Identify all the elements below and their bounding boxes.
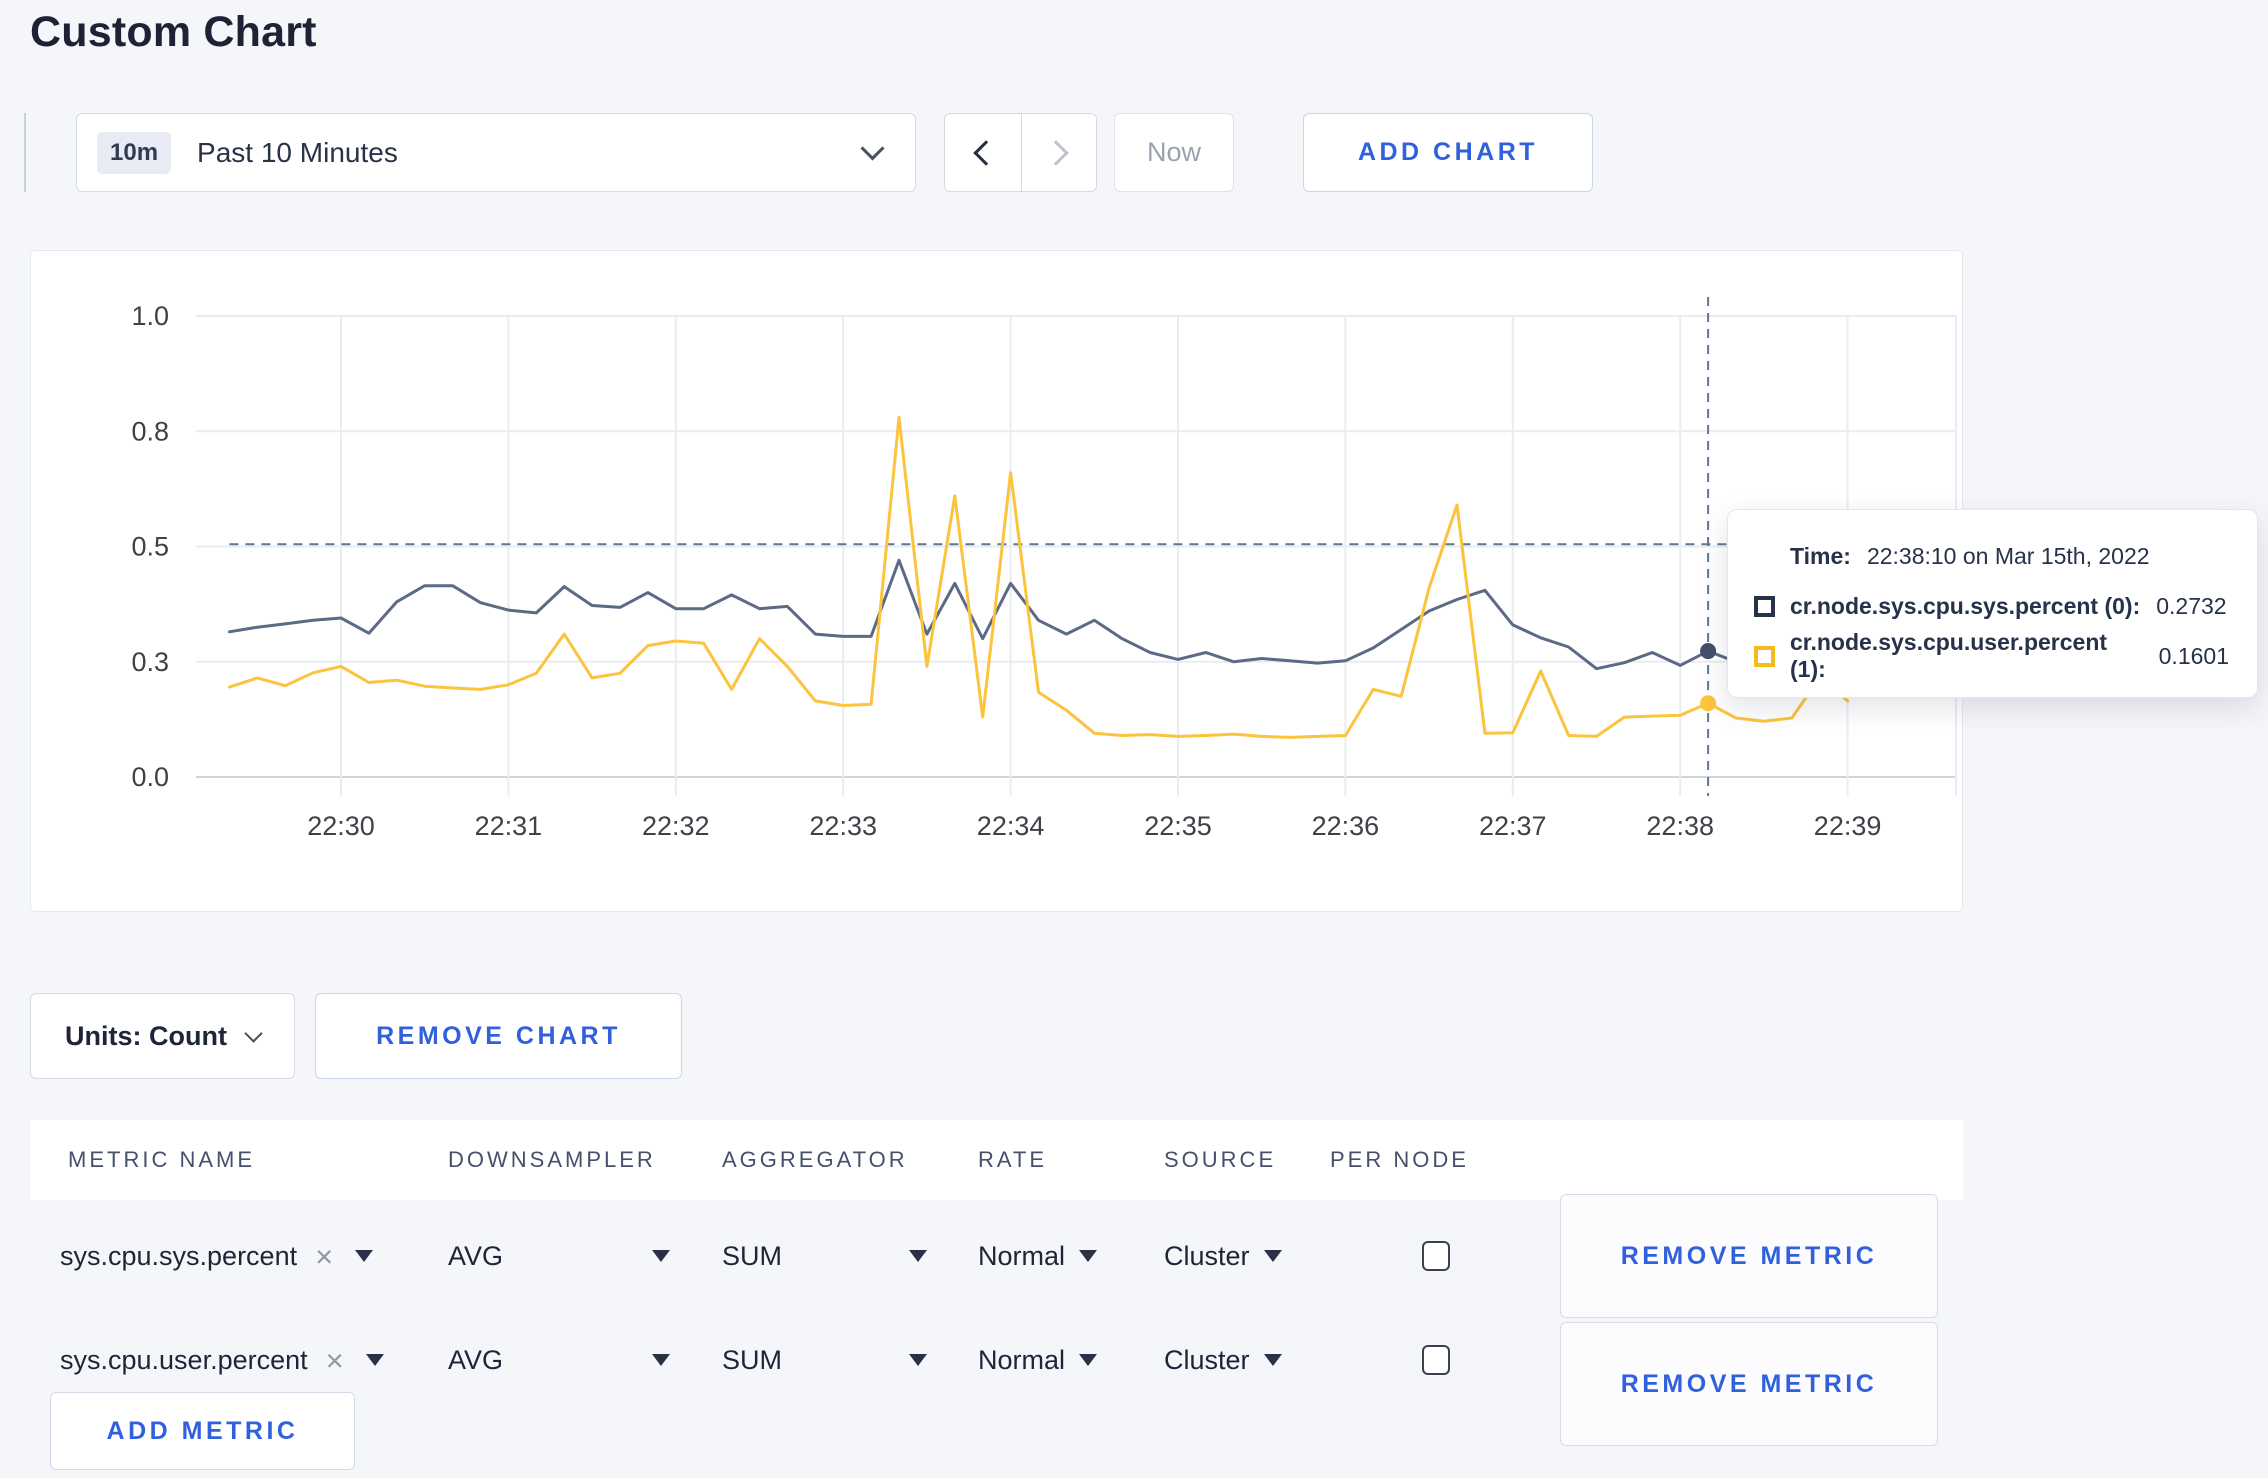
chart-card: 0.0 0.3 0.5 0.8 1.0 22:30 22:31 22:32 22:33 22:34… bbox=[30, 250, 1963, 912]
metrics-table-header: METRIC NAME DOWNSAMPLER AGGREGATOR RATE … bbox=[30, 1120, 1963, 1200]
svg-text:22:35: 22:35 bbox=[1144, 811, 1212, 841]
tooltip-user-name: cr.node.sys.cpu.user.percent (1): bbox=[1790, 629, 2108, 682]
caret-down-icon bbox=[652, 1354, 670, 1366]
downsampler-value: AVG bbox=[448, 1344, 504, 1375]
caret-down-icon bbox=[1079, 1354, 1098, 1366]
caret-down-icon bbox=[1079, 1250, 1098, 1262]
svg-text:22:37: 22:37 bbox=[1479, 811, 1547, 841]
svg-text:22:33: 22:33 bbox=[809, 811, 877, 841]
svg-text:22:32: 22:32 bbox=[642, 811, 710, 841]
source-value: Cluster bbox=[1164, 1240, 1250, 1271]
chevron-down-icon bbox=[244, 1023, 263, 1043]
svg-text:22:36: 22:36 bbox=[1312, 811, 1380, 841]
svg-text:0.5: 0.5 bbox=[131, 532, 169, 562]
caret-down-icon[interactable] bbox=[365, 1354, 384, 1366]
chevron-left-icon bbox=[973, 139, 999, 166]
svg-text:22:38: 22:38 bbox=[1646, 811, 1714, 841]
chevron-right-icon bbox=[1043, 139, 1069, 166]
page-title: Custom Chart bbox=[30, 8, 317, 56]
downsampler-select[interactable]: AVG bbox=[448, 1312, 670, 1408]
time-range-badge: 10m bbox=[97, 131, 172, 174]
user-series-swatch-icon bbox=[1754, 645, 1775, 667]
timeseries-chart[interactable]: 0.0 0.3 0.5 0.8 1.0 22:30 22:31 22:32 22:33 22:34… bbox=[31, 251, 1962, 911]
add-metric-button[interactable]: ADD METRIC bbox=[50, 1392, 355, 1470]
units-label: Units: Count bbox=[65, 1020, 227, 1051]
caret-down-icon bbox=[1263, 1354, 1282, 1366]
col-header-metric-name: METRIC NAME bbox=[68, 1147, 255, 1172]
tooltip-user-value: 0.1601 bbox=[2158, 642, 2229, 669]
caret-down-icon bbox=[909, 1354, 927, 1366]
rate-select[interactable]: Normal bbox=[978, 1312, 1098, 1408]
svg-text:0.3: 0.3 bbox=[131, 647, 169, 677]
caret-down-icon bbox=[652, 1250, 670, 1262]
source-select[interactable]: Cluster bbox=[1164, 1312, 1282, 1408]
metric-name-cell: sys.cpu.sys.percent × bbox=[60, 1208, 374, 1304]
metric-name: sys.cpu.user.percent bbox=[60, 1344, 308, 1375]
clear-metric-icon[interactable]: × bbox=[326, 1345, 344, 1376]
time-pager bbox=[944, 113, 1097, 192]
sys-series-swatch-icon bbox=[1754, 595, 1775, 617]
chart-tooltip: Time: 22:38:10 on Mar 15th, 2022 cr.node… bbox=[1727, 509, 2258, 698]
metric-name: sys.cpu.sys.percent bbox=[60, 1240, 298, 1271]
tooltip-time-value: 22:38:10 on Mar 15th, 2022 bbox=[1866, 542, 2150, 569]
col-header-per-node: PER NODE bbox=[1330, 1147, 1469, 1172]
next-time-button[interactable] bbox=[1020, 114, 1097, 191]
remove-metric-button[interactable]: REMOVE METRIC bbox=[1560, 1194, 1938, 1318]
time-range-dropdown[interactable]: 10m Past 10 Minutes bbox=[76, 113, 916, 192]
svg-text:0.0: 0.0 bbox=[131, 762, 169, 792]
aggregator-select[interactable]: SUM bbox=[722, 1312, 927, 1408]
tooltip-sys-name: cr.node.sys.cpu.sys.percent (0): bbox=[1790, 592, 2141, 619]
clear-metric-icon[interactable]: × bbox=[315, 1241, 333, 1272]
per-node-checkbox[interactable] bbox=[1422, 1241, 1450, 1271]
now-button[interactable]: Now bbox=[1114, 113, 1234, 192]
rate-select[interactable]: Normal bbox=[978, 1208, 1098, 1304]
remove-chart-button[interactable]: REMOVE CHART bbox=[315, 993, 682, 1079]
col-header-downsampler: DOWNSAMPLER bbox=[448, 1147, 656, 1172]
svg-text:1.0: 1.0 bbox=[131, 301, 169, 331]
svg-text:22:39: 22:39 bbox=[1814, 811, 1882, 841]
tooltip-time-label: Time: bbox=[1790, 542, 1851, 569]
tooltip-sys-value: 0.2732 bbox=[2156, 592, 2227, 619]
svg-text:22:31: 22:31 bbox=[475, 811, 543, 841]
per-node-checkbox[interactable] bbox=[1422, 1345, 1450, 1375]
caret-down-icon bbox=[909, 1250, 927, 1262]
aggregator-select[interactable]: SUM bbox=[722, 1208, 927, 1304]
downsampler-value: AVG bbox=[448, 1240, 504, 1271]
col-header-aggregator: AGGREGATOR bbox=[722, 1147, 908, 1172]
col-header-source: SOURCE bbox=[1164, 1147, 1277, 1172]
per-node-cell bbox=[1422, 1312, 1450, 1408]
svg-text:0.8: 0.8 bbox=[131, 416, 169, 446]
caret-down-icon bbox=[1263, 1250, 1282, 1262]
caret-down-icon[interactable] bbox=[355, 1250, 374, 1262]
add-chart-button[interactable]: ADD CHART bbox=[1303, 113, 1593, 192]
source-value: Cluster bbox=[1164, 1344, 1250, 1375]
per-node-cell bbox=[1422, 1208, 1450, 1304]
aggregator-value: SUM bbox=[722, 1344, 782, 1375]
rate-value: Normal bbox=[978, 1344, 1066, 1375]
downsampler-select[interactable]: AVG bbox=[448, 1208, 670, 1304]
time-range-label: Past 10 Minutes bbox=[197, 136, 398, 168]
remove-metric-button[interactable]: REMOVE METRIC bbox=[1560, 1322, 1938, 1446]
toolbar-divider bbox=[24, 113, 26, 192]
col-header-rate: RATE bbox=[978, 1147, 1048, 1172]
rate-value: Normal bbox=[978, 1240, 1066, 1271]
prev-time-button[interactable] bbox=[945, 114, 1021, 191]
source-select[interactable]: Cluster bbox=[1164, 1208, 1282, 1304]
aggregator-value: SUM bbox=[722, 1240, 782, 1271]
svg-text:22:34: 22:34 bbox=[977, 811, 1045, 841]
svg-text:22:30: 22:30 bbox=[307, 811, 375, 841]
chevron-down-icon bbox=[860, 136, 885, 161]
units-dropdown[interactable]: Units: Count bbox=[30, 993, 295, 1079]
